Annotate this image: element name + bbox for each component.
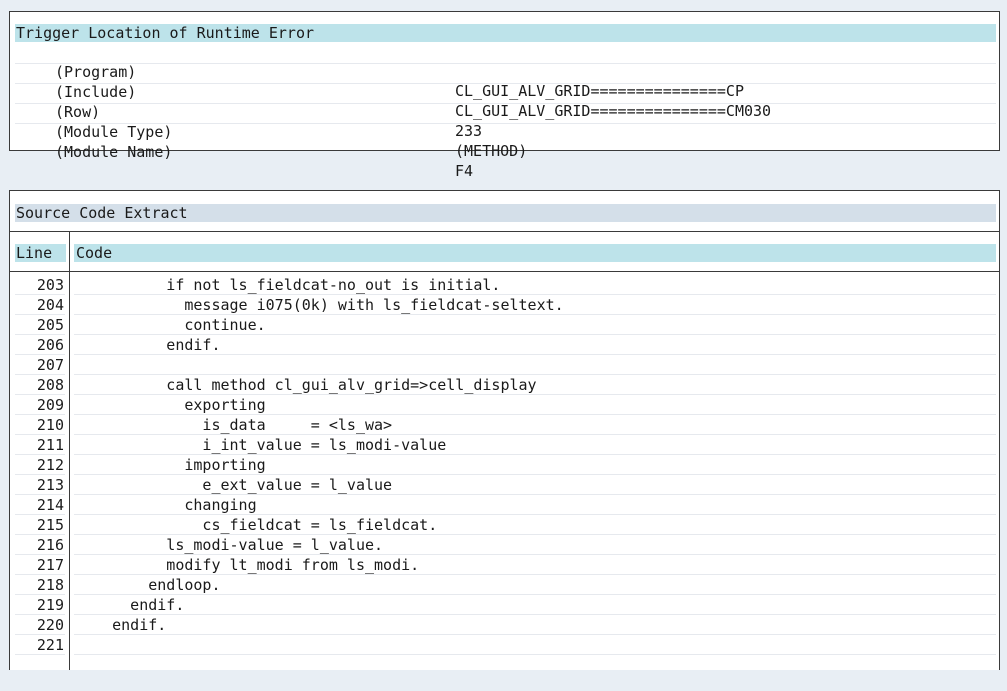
line-number: 203 [36, 276, 64, 294]
line-number: 209 [36, 396, 64, 414]
code-text: importing [74, 455, 996, 475]
line-number: 212 [36, 456, 64, 474]
title-separator [10, 231, 999, 232]
line-number: 204 [36, 296, 64, 314]
row-row: (Row) 233 [15, 84, 996, 140]
code-text: changing [74, 495, 996, 515]
code-text: is_data = <ls_wa> [74, 415, 996, 435]
code-line-row: 220 endif. [10, 615, 999, 635]
code-text [74, 355, 996, 375]
line-number: 213 [36, 476, 64, 494]
code-text: cs_fieldcat = ls_fieldcat. [74, 515, 996, 535]
include-row: (Include) CL_GUI_ALV_GRID===============… [15, 64, 996, 120]
code-line-row: 207 [10, 355, 999, 375]
module-type-row: (Module Type) (METHOD) [15, 104, 996, 160]
header-separator [10, 271, 999, 272]
code-text: endif. [74, 615, 996, 635]
code-line-row: 217 modify lt_modi from ls_modi. [10, 555, 999, 575]
module-name-row: (Module Name) F4 [15, 124, 996, 180]
code-text: endif. [74, 335, 996, 355]
line-number: 219 [36, 596, 64, 614]
line-number: 221 [36, 636, 64, 654]
code-column-header: Code [74, 244, 996, 262]
code-line-row: 203 if not ls_fieldcat-no_out is initial… [10, 275, 999, 295]
line-number: 207 [36, 356, 64, 374]
module-name-label: (Module Name) [55, 143, 173, 161]
source-code-title: Source Code Extract [15, 204, 996, 222]
code-text: modify lt_modi from ls_modi. [74, 555, 996, 575]
program-row: (Program) CL_GUI_ALV_GRID===============… [15, 44, 996, 100]
code-text: if not ls_fieldcat-no_out is initial. [74, 275, 996, 295]
code-text: message i075(0k) with ls_fieldcat-seltex… [74, 295, 996, 315]
line-number: 220 [36, 616, 64, 634]
trigger-location-title: Trigger Location of Runtime Error [15, 24, 996, 42]
code-text: ls_modi-value = l_value. [74, 535, 996, 555]
code-line-row: 221 [10, 635, 999, 655]
line-number: 206 [36, 336, 64, 354]
code-line-row: 218 endloop. [10, 575, 999, 595]
code-line-row: 204 message i075(0k) with ls_fieldcat-se… [10, 295, 999, 315]
code-line-row: 214 changing [10, 495, 999, 515]
code-line-row: 210 is_data = <ls_wa> [10, 415, 999, 435]
module-name-value: F4 [455, 162, 474, 180]
code-text: exporting [74, 395, 996, 415]
code-line-row: 219 endif. [10, 595, 999, 615]
line-number-rule [15, 654, 65, 655]
code-line-row: 205 continue. [10, 315, 999, 335]
code-text: i_int_value = ls_modi-value [74, 435, 996, 455]
code-line-row: 206 endif. [10, 335, 999, 355]
code-text: e_ext_value = l_value [74, 475, 996, 495]
code-line-row: 213 e_ext_value = l_value [10, 475, 999, 495]
trigger-location-panel: Trigger Location of Runtime Error (Progr… [9, 11, 1000, 180]
line-number: 218 [36, 576, 64, 594]
code-line-row: 209 exporting [10, 395, 999, 415]
source-code-panel: Source Code Extract Line Code 203 if not… [9, 190, 1000, 670]
code-line-row: 215 cs_fieldcat = ls_fieldcat. [10, 515, 999, 535]
line-number: 211 [36, 436, 64, 454]
code-text: call method cl_gui_alv_grid=>cell_displa… [74, 375, 996, 395]
code-line-row: 208 call method cl_gui_alv_grid=>cell_di… [10, 375, 999, 395]
line-number: 215 [36, 516, 64, 534]
line-number: 216 [36, 536, 64, 554]
code-listing[interactable]: 203 if not ls_fieldcat-no_out is initial… [10, 273, 999, 670]
code-text: endif. [74, 595, 996, 615]
code-line-row: 211 i_int_value = ls_modi-value [10, 435, 999, 455]
module-type-value: (METHOD) [455, 142, 528, 160]
code-line-row: 216 ls_modi-value = l_value. [10, 535, 999, 555]
line-number: 214 [36, 496, 64, 514]
code-text: endloop. [74, 575, 996, 595]
line-number: 208 [36, 376, 64, 394]
code-text: continue. [74, 315, 996, 335]
code-text [74, 635, 996, 655]
line-number: 217 [36, 556, 64, 574]
line-number: 205 [36, 316, 64, 334]
line-column-header: Line [15, 244, 66, 262]
code-line-row: 212 importing [10, 455, 999, 475]
line-number: 210 [36, 416, 64, 434]
